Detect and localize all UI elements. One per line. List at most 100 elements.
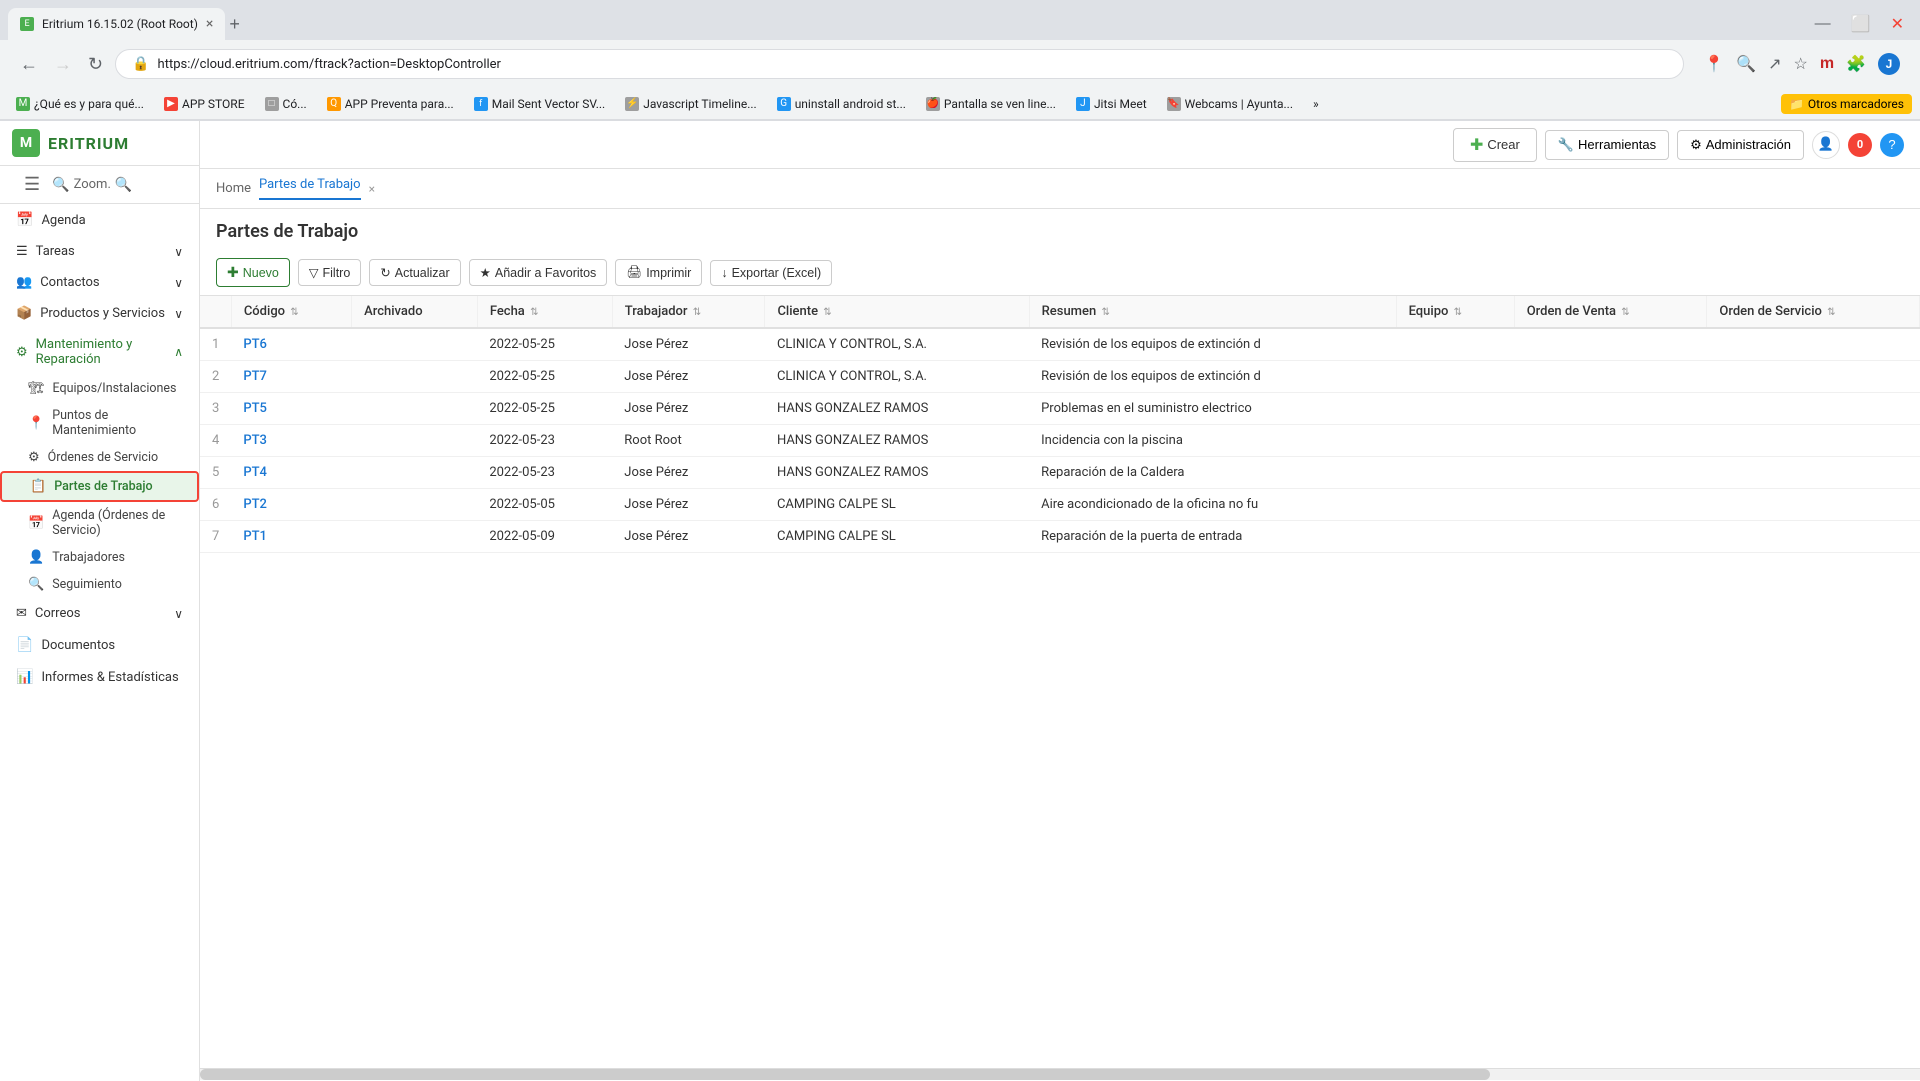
sidebar-item-informes[interactable]: 📊 Informes & Estadísticas <box>0 661 199 693</box>
maximize-button[interactable]: ⬜ <box>1843 12 1879 36</box>
cell-codigo: PT3 <box>231 425 351 457</box>
sidebar-item-agenda[interactable]: 📅 Agenda <box>0 204 199 236</box>
share-icon[interactable]: ↗ <box>1764 49 1785 79</box>
user-avatar[interactable]: 👤 <box>1812 131 1840 159</box>
bookmark-star-icon[interactable]: ☆ <box>1790 49 1812 79</box>
back-button[interactable]: ← <box>16 50 42 79</box>
table-row[interactable]: 3 PT5 2022-05-25 Jose Pérez HANS GONZALE… <box>200 393 1920 425</box>
bookmark-js-timeline[interactable]: ⚡ Javascript Timeline... <box>617 94 764 114</box>
sidebar-item-productos[interactable]: 📦 Productos y Servicios ∨ <box>0 298 199 329</box>
sidebar-label-correos: Correos <box>35 606 81 621</box>
table-row[interactable]: 4 PT3 2022-05-23 Root Root HANS GONZALEZ… <box>200 425 1920 457</box>
col-orden-venta[interactable]: Orden de Venta ⇅ <box>1514 296 1707 328</box>
browser-tab[interactable]: E Eritrium 16.15.02 (Root Root) × <box>8 8 225 40</box>
table-row[interactable]: 6 PT2 2022-05-05 Jose Pérez CAMPING CALP… <box>200 489 1920 521</box>
bookmark-jitsi[interactable]: J Jitsi Meet <box>1068 94 1155 114</box>
refresh-button[interactable]: ↻ <box>84 50 107 79</box>
table-row[interactable]: 7 PT1 2022-05-09 Jose Pérez CAMPING CALP… <box>200 521 1920 553</box>
table-row[interactable]: 2 PT7 2022-05-25 Jose Pérez CLINICA Y CO… <box>200 361 1920 393</box>
sidebar-item-documentos[interactable]: 📄 Documentos <box>0 629 199 661</box>
filtro-button[interactable]: ▽ Filtro <box>298 259 361 286</box>
location-icon[interactable]: 📍 <box>1700 49 1728 79</box>
bookmark-label: Mail Sent Vector SV... <box>492 97 606 111</box>
cell-num: 6 <box>200 489 231 521</box>
extension-m-icon[interactable]: m <box>1816 49 1838 79</box>
bookmark-icon-appstore: ▶ <box>164 97 178 111</box>
sidebar-item-equipos[interactable]: 🏗 Equipos/Instalaciones <box>0 375 199 402</box>
cell-equipo <box>1396 489 1514 521</box>
address-bar[interactable]: 🔒 https://cloud.eritrium.com/ftrack?acti… <box>115 49 1684 79</box>
bookmark-mail-sent[interactable]: f Mail Sent Vector SV... <box>466 94 614 114</box>
bookmark-icon-js: ⚡ <box>625 97 639 111</box>
search-nav-icon[interactable]: 🔍 <box>1732 49 1760 79</box>
sidebar-item-partes[interactable]: 📋 Partes de Trabajo <box>0 471 199 502</box>
cell-resumen: Reparación de la puerta de entrada <box>1029 521 1396 553</box>
new-tab-button[interactable]: + <box>229 14 240 35</box>
col-codigo[interactable]: Código ⇅ <box>231 296 351 328</box>
col-archivado[interactable]: Archivado <box>352 296 478 328</box>
extensions-icon[interactable]: 🧩 <box>1842 49 1870 79</box>
admin-button[interactable]: ⚙ Administración <box>1677 130 1804 160</box>
sidebar-item-agenda-os[interactable]: 📅 Agenda (Órdenes de Servicio) <box>0 502 199 544</box>
tab-close-button[interactable]: × <box>206 16 213 32</box>
bookmark-appstore[interactable]: ▶ APP STORE <box>156 94 253 114</box>
help-button[interactable]: ? <box>1880 133 1904 157</box>
bookmark-mendeley[interactable]: M ¿Qué es y para qué... <box>8 94 152 114</box>
sidebar-item-seguimiento[interactable]: 🔍 Seguimiento <box>0 571 199 598</box>
herramientas-button[interactable]: 🔧 Herramientas <box>1545 130 1669 160</box>
bookmark-co[interactable]: □ Có... <box>257 94 315 114</box>
favoritos-button[interactable]: ★ Añadir a Favoritos <box>469 259 608 286</box>
bookmark-icon-mendeley: M <box>16 97 30 111</box>
cell-orden-servicio <box>1707 457 1920 489</box>
col-orden-servicio[interactable]: Orden de Servicio ⇅ <box>1707 296 1920 328</box>
crear-label: Crear <box>1487 137 1520 152</box>
crear-button[interactable]: ✚ Crear <box>1453 128 1537 162</box>
sidebar-item-contactos[interactable]: 👥 Contactos ∨ <box>0 267 199 298</box>
close-window-button[interactable]: ✕ <box>1883 12 1912 36</box>
table-row[interactable]: 5 PT4 2022-05-23 Jose Pérez HANS GONZALE… <box>200 457 1920 489</box>
productos-chevron-icon: ∨ <box>174 307 183 321</box>
breadcrumb-close-button[interactable]: × <box>369 182 375 196</box>
sidebar-item-ordenes[interactable]: ⚙ Órdenes de Servicio <box>0 444 199 471</box>
sidebar-label-mantenimiento: Mantenimiento y Reparación <box>36 337 167 367</box>
notification-badge[interactable]: 0 <box>1848 133 1872 157</box>
bookmark-app-preventa[interactable]: Q APP Preventa para... <box>319 94 462 114</box>
horizontal-scrollbar[interactable] <box>200 1068 1920 1080</box>
col-trabajador[interactable]: Trabajador ⇅ <box>612 296 765 328</box>
forward-button[interactable]: → <box>50 50 76 79</box>
breadcrumb-home[interactable]: Home <box>216 181 251 196</box>
exportar-button[interactable]: ↓ Exportar (Excel) <box>710 260 832 286</box>
col-equipo[interactable]: Equipo ⇅ <box>1396 296 1514 328</box>
sidebar-header: M ERITRIUM <box>0 121 199 166</box>
app-container: M ERITRIUM ☰ 🔍 Zoom. 🔍 📅 Agenda ☰ Tareas… <box>0 121 1920 1081</box>
sidebar-item-tareas[interactable]: ☰ Tareas ∨ <box>0 236 199 267</box>
bookmark-webcams[interactable]: 🔖 Webcams | Ayunta... <box>1159 94 1301 114</box>
imprimir-button[interactable]: 🖨 Imprimir <box>615 259 702 286</box>
sidebar-label-ordenes: Órdenes de Servicio <box>48 450 158 465</box>
action-bar: ✚ Nuevo ▽ Filtro ↻ Actualizar ★ Añadir a… <box>200 250 1920 296</box>
sidebar-item-correos[interactable]: ✉ Correos ∨ <box>0 598 199 629</box>
main-area: ✚ Crear 🔧 Herramientas ⚙ Administración … <box>200 121 1920 1081</box>
breadcrumb-current[interactable]: Partes de Trabajo <box>259 177 361 200</box>
cell-resumen: Aire acondicionado de la oficina no fu <box>1029 489 1396 521</box>
table-row[interactable]: 1 PT6 2022-05-25 Jose Pérez CLINICA Y CO… <box>200 328 1920 361</box>
profile-icon[interactable]: J <box>1874 49 1904 79</box>
sidebar-item-mantenimiento[interactable]: ⚙ Mantenimiento y Reparación ∧ <box>0 329 199 375</box>
minimize-button[interactable]: — <box>1807 12 1839 36</box>
bookmark-uninstall[interactable]: G uninstall android st... <box>769 94 914 114</box>
cell-trabajador: Jose Pérez <box>612 489 765 521</box>
actualizar-button[interactable]: ↻ Actualizar <box>369 259 460 286</box>
nuevo-button[interactable]: ✚ Nuevo <box>216 258 290 287</box>
col-resumen[interactable]: Resumen ⇅ <box>1029 296 1396 328</box>
cell-orden-servicio <box>1707 521 1920 553</box>
sidebar-item-puntos[interactable]: 📍 Puntos de Mantenimiento <box>0 402 199 444</box>
bookmark-otros-marcadores[interactable]: 📁 Otros marcadores <box>1781 94 1912 114</box>
bookmark-label: Jitsi Meet <box>1094 97 1147 111</box>
sidebar-item-trabajadores[interactable]: 👤 Trabajadores <box>0 544 199 571</box>
col-cliente[interactable]: Cliente ⇅ <box>765 296 1029 328</box>
bookmark-more[interactable]: » <box>1305 94 1327 114</box>
col-fecha[interactable]: Fecha ⇅ <box>477 296 612 328</box>
hamburger-menu-button[interactable]: ☰ <box>16 174 48 195</box>
bookmark-pantalla[interactable]: 🍎 Pantalla se ven line... <box>918 94 1064 114</box>
sidebar-label-agenda: Agenda <box>41 213 183 228</box>
